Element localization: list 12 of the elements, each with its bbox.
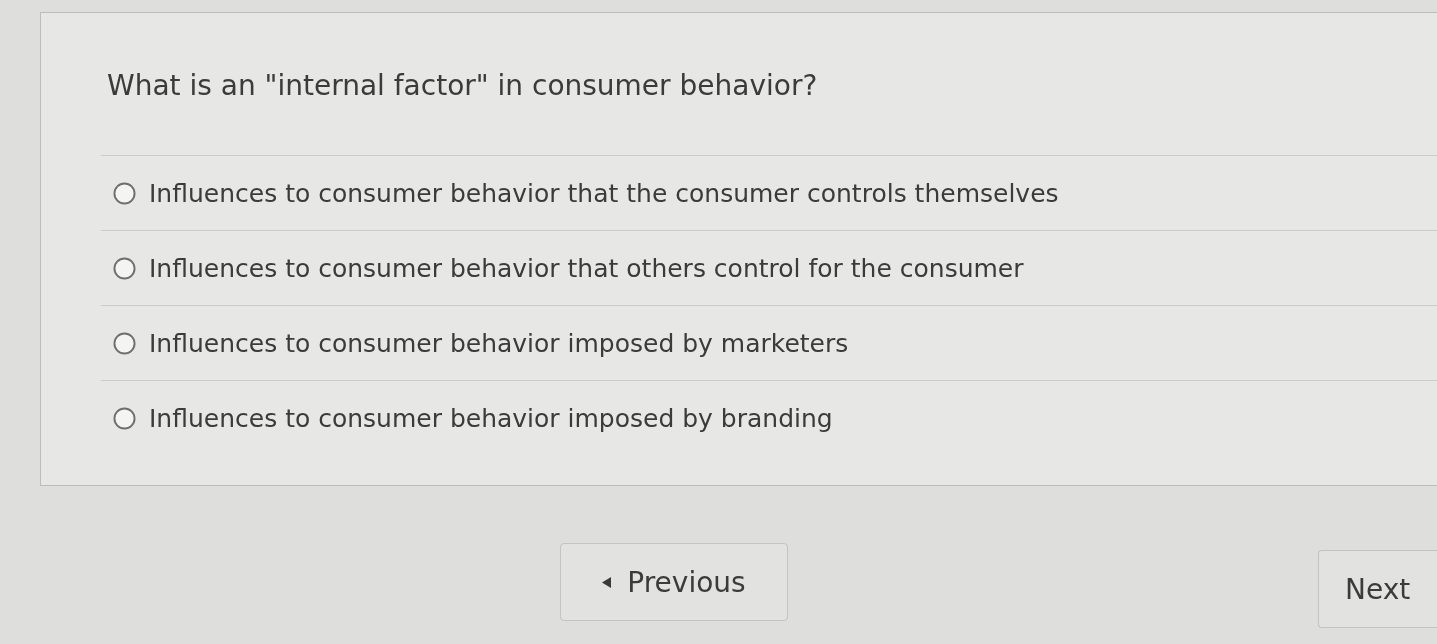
radio-button[interactable] xyxy=(113,406,136,430)
radio-button[interactable] xyxy=(113,256,136,280)
option-label[interactable]: Influences to consumer behavior that the consumer controls themselves xyxy=(149,178,1059,208)
caret-left-icon xyxy=(602,576,612,588)
previous-button[interactable]: Previous xyxy=(560,543,788,621)
option-label[interactable]: Influences to consumer behavior that others control for the consumer xyxy=(149,253,1024,283)
question-text: What is an "internal factor" in consumer behavior? xyxy=(107,69,818,102)
option-label[interactable]: Influences to consumer behavior imposed by branding xyxy=(149,403,833,433)
radio-button[interactable] xyxy=(113,331,136,355)
radio-button[interactable] xyxy=(113,181,136,205)
option-label[interactable]: Influences to consumer behavior imposed by marketers xyxy=(149,328,849,358)
next-button[interactable]: Next xyxy=(1318,550,1437,628)
